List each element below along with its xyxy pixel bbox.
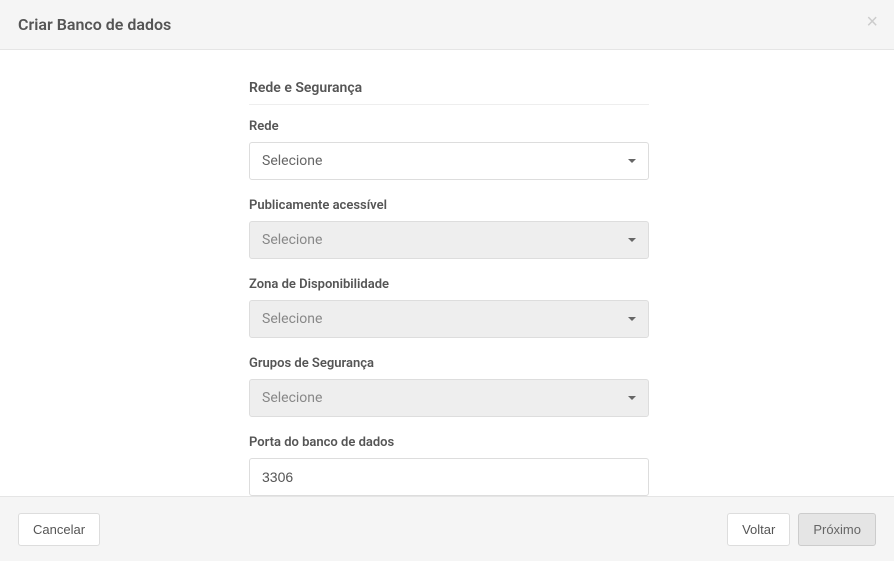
network-select[interactable]: Selecione [249,142,649,180]
cancel-button[interactable]: Cancelar [18,513,100,546]
chevron-down-icon [628,396,636,400]
security-groups-select[interactable]: Selecione [249,379,649,417]
db-port-label: Porta do banco de dados [249,435,649,450]
security-groups-label: Grupos de Segurança [249,356,649,371]
chevron-down-icon [628,159,636,163]
chevron-down-icon [628,317,636,321]
network-select-value: Selecione [262,153,322,169]
form-container: Rede e Segurança Rede Selecione Publicam… [249,80,649,496]
form-group-security-groups: Grupos de Segurança Selecione [249,356,649,417]
form-group-network: Rede Selecione [249,119,649,180]
modal-body: Rede e Segurança Rede Selecione Publicam… [0,50,894,496]
modal-footer: Cancelar Voltar Próximo [0,496,894,561]
footer-left: Cancelar [18,513,100,546]
modal-header: Criar Banco de dados × [0,0,894,50]
form-group-db-port: Porta do banco de dados [249,435,649,496]
next-button[interactable]: Próximo [798,513,876,546]
publicly-accessible-select-value: Selecione [262,232,322,248]
availability-zone-select-value: Selecione [262,311,322,327]
close-icon: × [866,11,878,33]
network-label: Rede [249,119,649,134]
section-title: Rede e Segurança [249,80,649,105]
security-groups-select-value: Selecione [262,390,322,406]
chevron-down-icon [628,238,636,242]
publicly-accessible-label: Publicamente acessível [249,198,649,213]
close-button[interactable]: × [866,12,878,32]
publicly-accessible-select[interactable]: Selecione [249,221,649,259]
back-button[interactable]: Voltar [727,513,790,546]
db-port-input[interactable] [249,458,649,496]
availability-zone-label: Zona de Disponibilidade [249,277,649,292]
form-group-availability-zone: Zona de Disponibilidade Selecione [249,277,649,338]
availability-zone-select[interactable]: Selecione [249,300,649,338]
footer-right: Voltar Próximo [727,513,876,546]
modal-title: Criar Banco de dados [18,15,171,34]
form-group-publicly-accessible: Publicamente acessível Selecione [249,198,649,259]
